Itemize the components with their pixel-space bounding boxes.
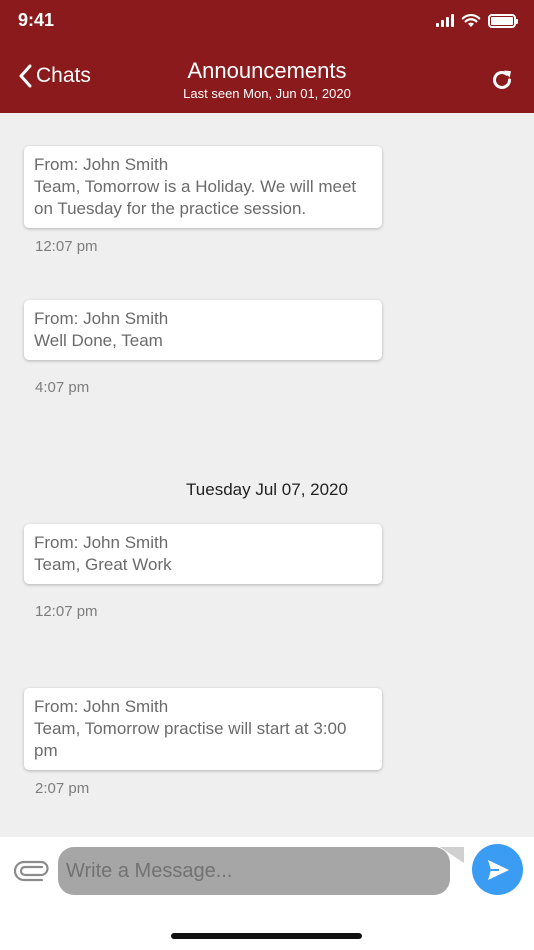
message-time: 2:07 pm [35,780,90,797]
signal-icon [436,14,454,27]
message-bubble: From: John Smith Team, Tomorrow practise… [24,688,382,770]
message-sender: From: John Smith [34,155,169,174]
send-button[interactable] [472,844,523,895]
app-header: 9:41 Chats Announcements Last seen Mon, … [0,0,534,113]
message-sender: From: John Smith [34,309,169,328]
message-time: 12:07 pm [35,238,98,255]
message-text: Team, Tomorrow is a Holiday. We will mee… [34,177,357,218]
date-separator: Tuesday Jul 07, 2020 [186,480,348,499]
message-bubble: From: John Smith Well Done, Team [24,300,382,360]
message-sender: From: John Smith [34,533,169,552]
message-text: Team, Great Work [34,555,172,574]
page-title: Announcements [187,58,347,83]
status-time: 9:41 [18,10,55,30]
message-text: Well Done, Team [34,331,163,350]
message-input[interactable] [58,847,450,895]
message-bubble: From: John Smith Team, Great Work [24,524,382,584]
last-seen-subtitle: Last seen Mon, Jun 01, 2020 [183,86,351,101]
refresh-icon[interactable] [490,68,514,92]
send-icon [487,859,509,880]
message-time: 12:07 pm [35,603,98,620]
wifi-icon [461,14,481,27]
home-indicator [171,933,362,939]
header-title-block: Announcements Last seen Mon, Jun 01, 202… [0,58,534,101]
message-list[interactable]: From: John Smith Team, Tomorrow is a Hol… [0,113,534,837]
message-text: Team, Tomorrow practise will start at 3:… [34,719,347,760]
battery-icon [488,13,518,28]
status-icons [436,13,518,28]
paperclip-icon[interactable] [14,858,50,884]
message-time: 4:07 pm [35,379,90,396]
message-bubble: From: John Smith Team, Tomorrow is a Hol… [24,146,382,228]
message-sender: From: John Smith [34,697,169,716]
